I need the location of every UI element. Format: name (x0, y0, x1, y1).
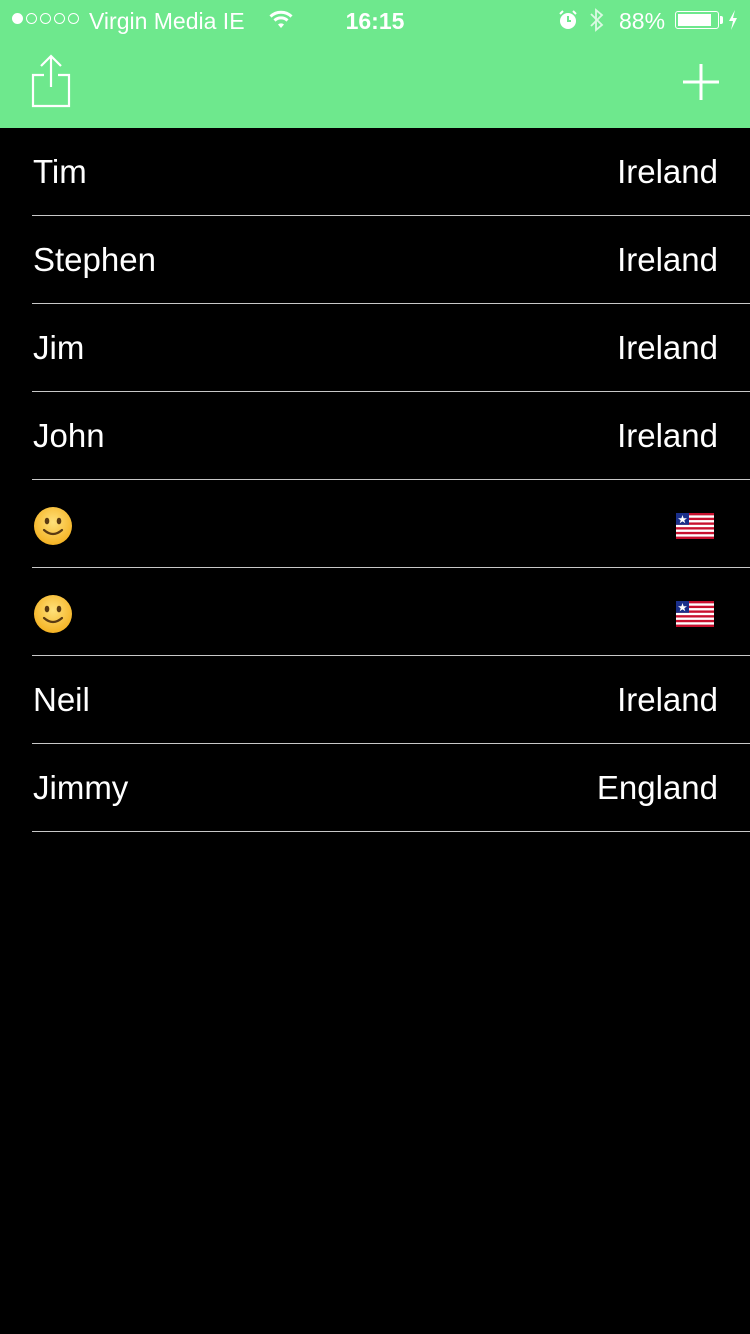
battery-percentage: 88% (619, 8, 666, 34)
add-button[interactable] (680, 61, 722, 103)
list-item[interactable]: Jim Ireland (0, 304, 750, 392)
smiley-emoji-icon (33, 480, 73, 568)
person-name: Jim (33, 329, 85, 366)
person-name: Jimmy (33, 769, 129, 806)
person-name: John (33, 417, 105, 454)
person-country: Ireland (617, 417, 718, 454)
share-button[interactable] (28, 53, 74, 109)
share-icon (31, 54, 71, 108)
list-item[interactable]: Stephen Ireland (0, 216, 750, 304)
list-item[interactable] (0, 568, 750, 656)
person-country: England (596, 769, 718, 806)
list-item[interactable]: John Ireland (0, 392, 750, 480)
battery-tip (720, 16, 723, 24)
person-country: Ireland (617, 241, 718, 278)
list-item[interactable]: Tim Ireland (0, 128, 750, 216)
person-name: Tim (33, 153, 87, 190)
person-name: Neil (33, 681, 90, 718)
liberia-flag-emoji-icon (676, 480, 714, 568)
battery-icon (675, 11, 719, 29)
list-item[interactable] (0, 480, 750, 568)
status-bar: Virgin Media IE 16:15 88% (0, 0, 750, 40)
navigation-bar: Virgin Media IE 16:15 88% (0, 0, 750, 128)
people-list: Tim Ireland Stephen Ireland Jim Ireland … (0, 128, 750, 832)
list-item[interactable]: Jimmy England (0, 744, 750, 832)
bluetooth-icon (588, 7, 606, 39)
alarm-icon (557, 9, 579, 37)
liberia-flag-emoji-icon (676, 568, 714, 656)
person-country: Ireland (617, 153, 718, 190)
person-country: Ireland (617, 681, 718, 718)
plus-icon (683, 64, 719, 100)
person-country: Ireland (617, 329, 718, 366)
smiley-emoji-icon (33, 568, 73, 656)
list-item[interactable]: Neil Ireland (0, 656, 750, 744)
person-name: Stephen (33, 241, 156, 278)
charging-icon (727, 9, 739, 37)
